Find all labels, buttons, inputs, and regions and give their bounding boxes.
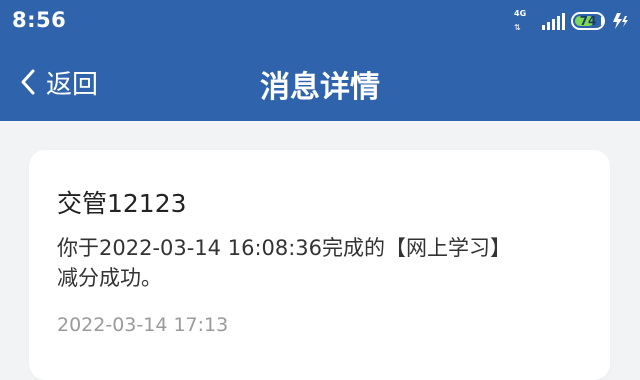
network-icon: 4G ⇅ bbox=[514, 9, 536, 32]
nav-bar: 返回 消息详情 bbox=[0, 44, 640, 121]
message-card: 交管12123 你于2022-03-14 16:08:36完成的【网上学习】 减… bbox=[29, 150, 610, 380]
data-arrows-icon: ⇅ bbox=[514, 23, 521, 32]
charging-icon bbox=[613, 13, 628, 29]
message-body: 你于2022-03-14 16:08:36完成的【网上学习】 减分成功。 bbox=[57, 233, 587, 293]
message-timestamp: 2022-03-14 17:13 bbox=[57, 314, 229, 336]
status-time: 8:56 bbox=[12, 8, 67, 32]
battery-level: 74 bbox=[579, 14, 597, 28]
status-bar: 8:56 4G ⇅ 74 bbox=[0, 0, 640, 44]
network-type-label: 4G bbox=[514, 9, 527, 18]
message-body-line: 减分成功。 bbox=[57, 266, 162, 290]
message-sender: 交管12123 bbox=[57, 189, 187, 218]
signal-strength-icon bbox=[542, 12, 565, 30]
battery-body: 74 bbox=[571, 12, 605, 30]
message-body-line: 你于2022-03-14 16:08:36完成的【网上学习】 bbox=[57, 236, 512, 260]
battery-icon: 74 bbox=[571, 12, 605, 30]
page-title: 消息详情 bbox=[260, 70, 380, 105]
status-icons: 4G ⇅ 74 bbox=[514, 9, 630, 33]
